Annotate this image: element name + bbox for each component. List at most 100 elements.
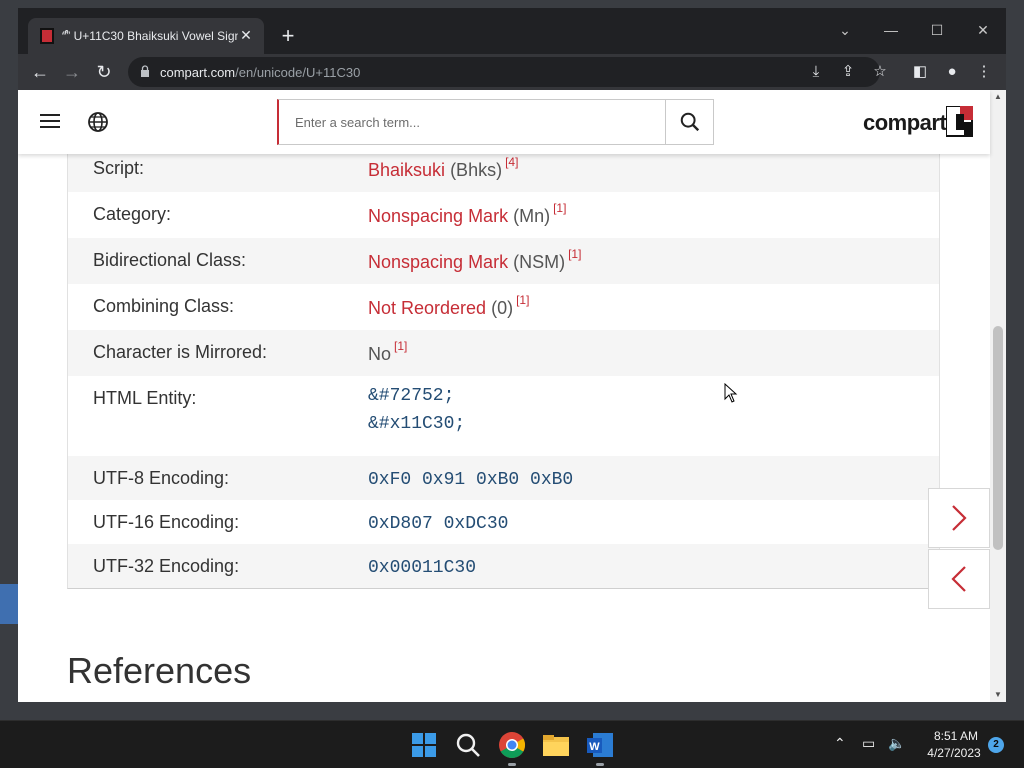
close-window-button[interactable]: ✕	[968, 16, 998, 44]
property-value-code: (0)	[491, 298, 514, 318]
encoding-value: 0x00011C30	[368, 558, 477, 578]
property-value-text: No	[368, 344, 392, 364]
word-icon[interactable]: W	[584, 729, 616, 761]
property-label: Bidirectional Class:	[93, 250, 247, 270]
reference-link[interactable]: [1]	[394, 339, 407, 353]
property-value-code: (NSM)	[513, 252, 566, 272]
url-domain: compart.com	[160, 65, 236, 80]
maximize-button[interactable]: ☐	[922, 16, 952, 44]
show-hidden-icons-chevron-icon[interactable]: ⌃	[834, 735, 846, 752]
file-explorer-icon[interactable]	[540, 729, 572, 761]
chrome-running-indicator	[508, 763, 516, 766]
address-bar[interactable]: compart.com/en/unicode/U+11C30	[128, 57, 880, 87]
tab-search-chevron-icon[interactable]: ⌄	[830, 16, 860, 44]
scrollbar-thumb[interactable]	[993, 326, 1003, 550]
search-icon	[680, 112, 700, 132]
site-header: compart	[18, 90, 990, 154]
chrome-icon[interactable]	[496, 729, 528, 761]
network-icon[interactable]: ▭	[862, 735, 875, 752]
property-value: Nonspacing Mark (Mn) [1]	[368, 201, 939, 227]
property-row: Bidirectional Class: Nonspacing Mark (NSM…	[68, 238, 939, 284]
property-label: HTML Entity:	[93, 388, 197, 408]
html-entity-value: &#x11C30;	[368, 414, 466, 434]
property-row: UTF-32 Encoding: 0x00011C30	[68, 544, 939, 588]
clock-time[interactable]: 8:51 AM	[926, 729, 986, 743]
property-row: Character is Mirrored: No [1]	[68, 330, 939, 376]
property-label: Script:	[93, 158, 145, 178]
hamburger-menu-icon[interactable]	[38, 110, 62, 134]
windows-start-icon[interactable]	[408, 729, 440, 761]
search-input[interactable]	[279, 100, 667, 144]
property-row: UTF-8 Encoding: 0xF0 0x91 0xB0 0xB0	[68, 456, 939, 500]
new-tab-button[interactable]: +	[276, 25, 300, 49]
property-value-link[interactable]: Nonspacing Mark	[368, 206, 508, 226]
property-label: UTF-32 Encoding:	[93, 556, 240, 576]
search-taskbar-icon[interactable]	[452, 729, 484, 761]
character-properties-table: Script: Bhaiksuki (Bhks) [4] Category: Nonsp…	[67, 146, 940, 589]
logo-mark-icon	[946, 106, 973, 137]
reference-link[interactable]: [1]	[516, 293, 529, 307]
browser-window: “ᰰ” U+11C30 Bhaiksuki Vowel Sign A ✕ + ⌄…	[18, 8, 1006, 702]
minimize-button[interactable]: —	[876, 16, 906, 44]
volume-icon[interactable]: 🔈	[888, 735, 905, 752]
property-value: 0xF0 0x91 0xB0 0xB0	[368, 468, 939, 490]
globe-icon[interactable]	[86, 110, 110, 134]
word-running-indicator	[596, 763, 604, 766]
property-value: Bhaiksuki (Bhks) [4]	[368, 155, 939, 181]
property-value-code: (Mn)	[513, 206, 551, 226]
property-label: Category:	[93, 204, 172, 224]
more-menu-icon[interactable]: ⋮	[970, 58, 998, 86]
property-row: Combining Class: Not Reordered (0) [1]	[68, 284, 939, 330]
scroll-up-arrow-icon[interactable]: ▲	[993, 92, 1003, 102]
property-label: UTF-16 Encoding:	[93, 512, 240, 532]
property-label: Combining Class:	[93, 296, 235, 316]
install-app-icon[interactable]: ⤓	[802, 58, 830, 86]
property-row: HTML Entity: &#72752; &#x11C30;	[68, 376, 939, 456]
svg-text:W: W	[589, 741, 600, 753]
url-text: compart.com/en/unicode/U+11C30	[160, 65, 360, 80]
tab-title: “ᰰ” U+11C30 Bhaiksuki Vowel Sign A	[62, 29, 238, 43]
notification-badge[interactable]: 2	[988, 737, 1004, 753]
property-row: UTF-16 Encoding: 0xD807 0xDC30	[68, 500, 939, 544]
previous-character-button[interactable]	[928, 549, 990, 609]
taskbar: W ⌃ ▭ 🔈 8:51 AM 4/27/2023 2	[0, 720, 1024, 768]
property-value-link[interactable]: Not Reordered	[368, 298, 486, 318]
site-search	[277, 99, 714, 145]
lock-icon	[141, 65, 149, 77]
page-scrollbar[interactable]: ▲ ▼	[990, 90, 1006, 702]
browser-toolbar: ← → ↻ compart.com/en/unicode/U+11C30 ⤓ ⇪…	[18, 54, 1006, 90]
reference-link[interactable]: [4]	[505, 155, 518, 169]
logo-text: compart	[863, 110, 947, 135]
share-icon[interactable]: ⇪	[834, 58, 862, 86]
profile-icon[interactable]: ●	[938, 58, 966, 86]
tab-strip: “ᰰ” U+11C30 Bhaiksuki Vowel Sign A ✕ + ⌄…	[18, 8, 1006, 54]
property-value-code: (Bhks)	[450, 160, 503, 180]
property-label: Character is Mirrored:	[93, 342, 268, 362]
mouse-pointer-icon	[724, 383, 738, 403]
chevron-left-icon	[951, 566, 966, 592]
encoding-value: 0xD807 0xDC30	[368, 514, 509, 534]
page-viewport: compart Script: Bhaiksuki (Bhks)[4] Catego…	[18, 90, 1006, 702]
references-heading: References	[67, 650, 252, 691]
property-row: Category: Nonspacing Mark (Mn) [1]	[68, 192, 939, 238]
reload-button[interactable]: ↻	[90, 58, 118, 86]
clock-date[interactable]: 4/27/2023	[918, 746, 990, 760]
reference-link[interactable]: [1]	[568, 247, 581, 261]
next-character-button[interactable]	[928, 488, 990, 548]
search-button[interactable]	[665, 100, 713, 144]
property-value: 0x00011C30	[368, 556, 939, 578]
property-value-link[interactable]: Nonspacing Mark	[368, 252, 508, 272]
forward-button[interactable]: →	[58, 58, 86, 86]
back-button[interactable]: ←	[26, 58, 54, 86]
scroll-down-arrow-icon[interactable]: ▼	[993, 690, 1003, 700]
property-value: Not Reordered (0) [1]	[368, 293, 939, 319]
browser-tab[interactable]: “ᰰ” U+11C30 Bhaiksuki Vowel Sign A ✕	[28, 18, 264, 54]
property-value-link[interactable]: Bhaiksuki	[368, 160, 445, 180]
side-panel-icon[interactable]: ◧	[906, 58, 934, 86]
tab-close-icon[interactable]: ✕	[236, 25, 256, 45]
property-value: 0xD807 0xDC30	[368, 512, 939, 534]
html-entity-value: &#72752;	[368, 386, 455, 406]
reference-link[interactable]: [1]	[553, 201, 566, 215]
bookmark-star-icon[interactable]: ☆	[866, 58, 894, 86]
favicon-icon	[40, 28, 54, 44]
